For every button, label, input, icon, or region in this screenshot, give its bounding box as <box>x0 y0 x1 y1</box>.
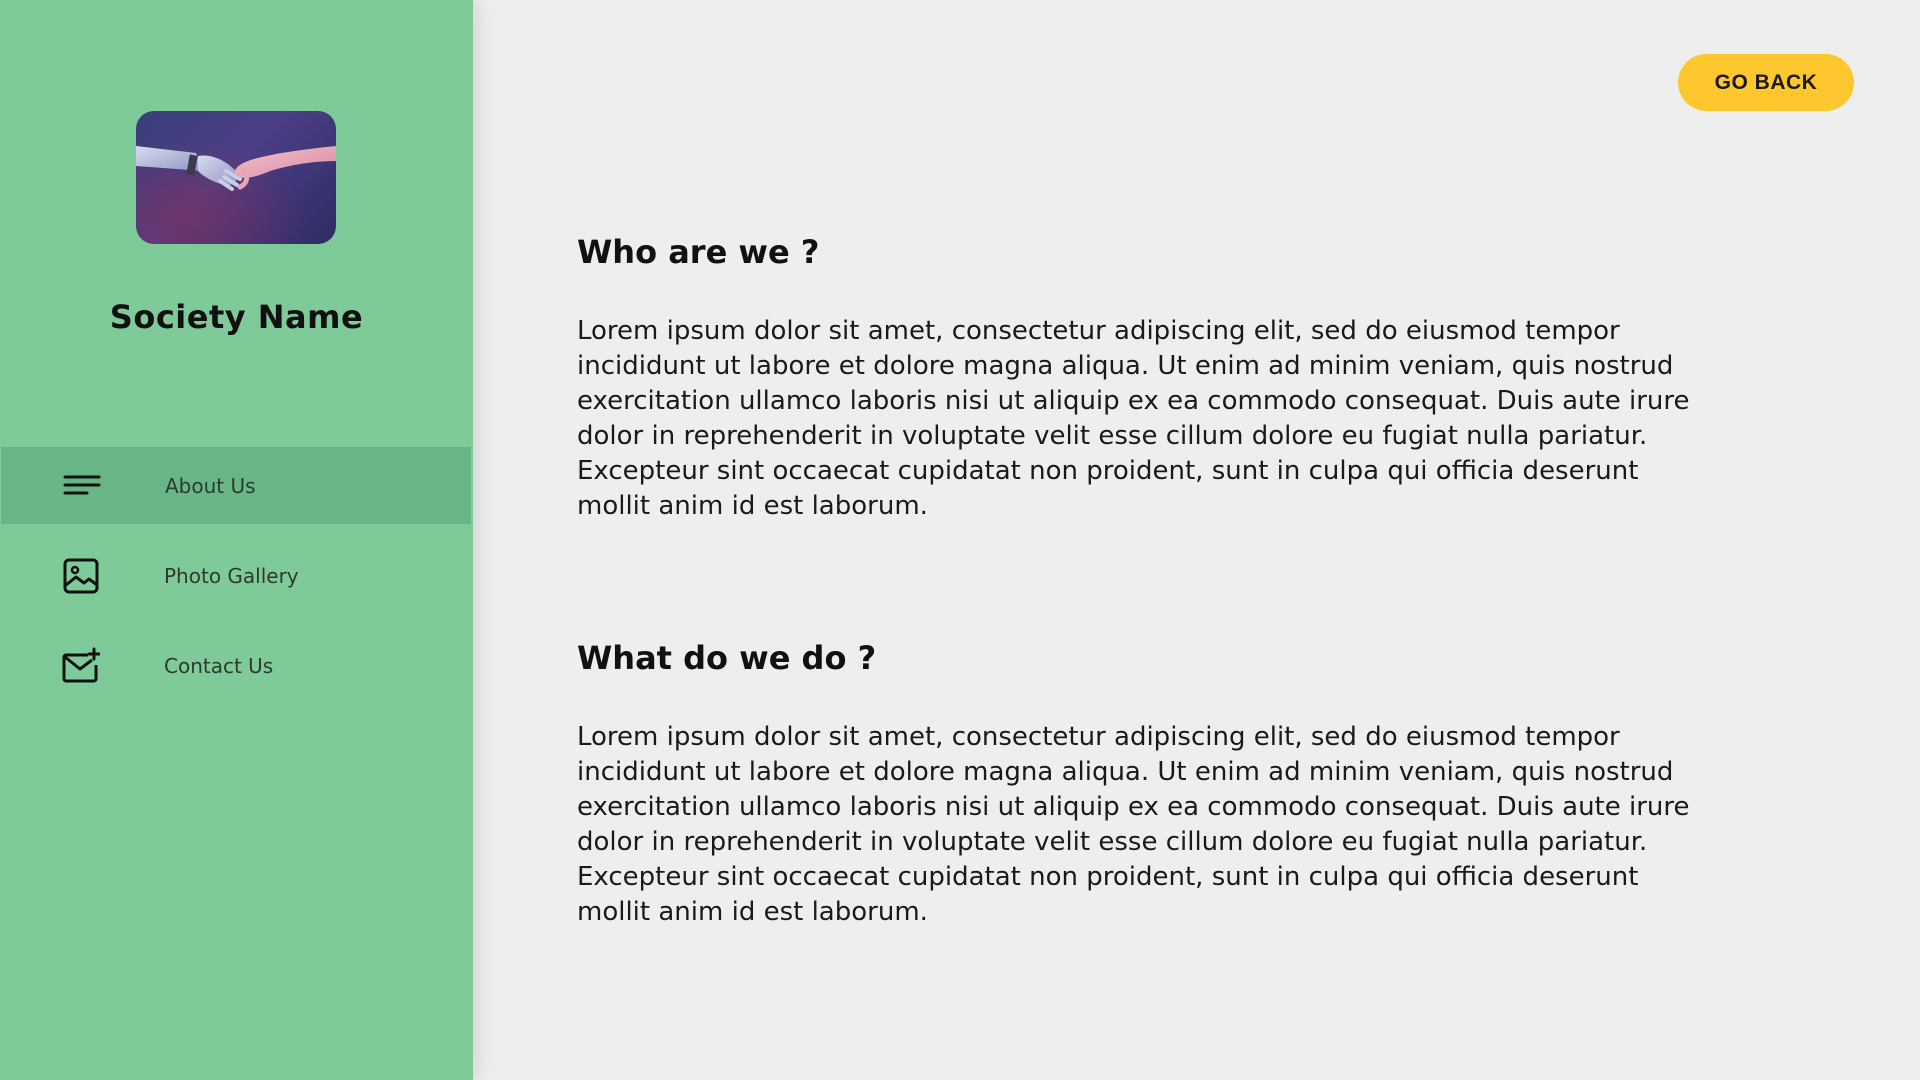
section-text-who-are-we: Lorem ipsum dolor sit amet, consectetur … <box>577 316 1690 521</box>
sidebar-item-label: About Us <box>165 473 256 498</box>
society-logo <box>136 111 336 244</box>
sidebar: Society Name About Us Photo Gallery Cont… <box>0 0 473 1080</box>
sidebar-item-contact-us[interactable]: Contact Us <box>0 627 473 704</box>
mail-plus-icon <box>62 647 101 685</box>
menu-lines-icon <box>63 467 101 505</box>
sidebar-nav: About Us Photo Gallery Contact Us <box>0 447 473 717</box>
image-icon <box>62 557 100 595</box>
section-text-what-do-we-do: Lorem ipsum dolor sit amet, consectetur … <box>577 722 1690 927</box>
go-back-button[interactable]: GO BACK <box>1678 54 1854 111</box>
sidebar-item-about-us[interactable]: About Us <box>1 447 471 524</box>
sidebar-item-label: Contact Us <box>164 653 274 678</box>
sidebar-item-label: Photo Gallery <box>164 563 299 588</box>
section-title-who-are-we: Who are we ? <box>577 233 820 271</box>
society-name: Society Name <box>109 298 364 336</box>
section-title-what-do-we-do: What do we do ? <box>577 639 877 677</box>
handshake-image <box>136 111 336 244</box>
sidebar-item-photo-gallery[interactable]: Photo Gallery <box>0 537 473 614</box>
main-content: GO BACK Who are we ? Lorem ipsum dolor s… <box>473 0 1920 1080</box>
